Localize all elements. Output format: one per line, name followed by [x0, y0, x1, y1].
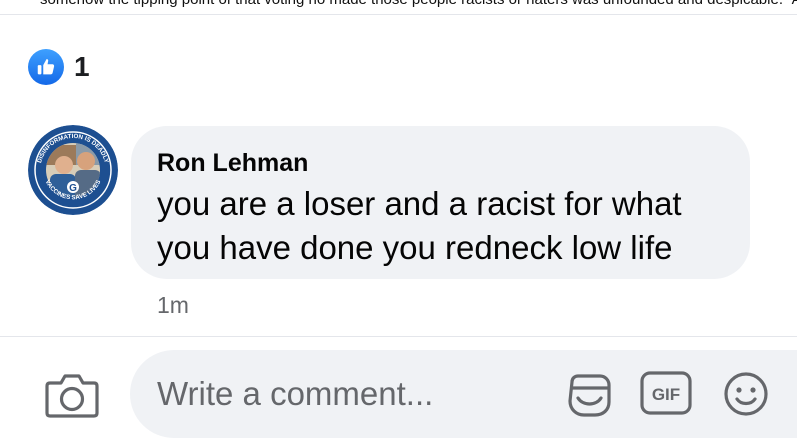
comment-author[interactable]: Ron Lehman	[157, 148, 724, 178]
gif-label: GIF	[652, 385, 680, 404]
sticker-icon[interactable]	[563, 368, 615, 420]
emoji-icon[interactable]	[722, 370, 770, 418]
divider	[0, 14, 797, 15]
comment-text: you are a loser and a racist for what yo…	[157, 185, 682, 266]
comment-bubble: Ron Lehman you are a loser and a racist …	[131, 126, 750, 279]
gif-icon[interactable]: GIF	[639, 370, 693, 416]
reaction-summary[interactable]: 1	[28, 49, 90, 85]
reaction-count: 1	[74, 51, 90, 82]
thumbs-up-icon	[28, 49, 64, 85]
comment-input[interactable]	[157, 368, 557, 420]
camera-icon[interactable]	[44, 369, 100, 419]
comment-composer: GIF	[130, 350, 797, 438]
divider	[0, 336, 797, 337]
avatar[interactable]: G DISINFORMATION IS DEADLY VACCINES SAVE…	[28, 125, 118, 215]
svg-text:G: G	[69, 183, 77, 194]
comment-timestamp[interactable]: 1m	[157, 292, 189, 319]
truncated-post-text: somehow the tipping point of that voting…	[40, 0, 797, 9]
